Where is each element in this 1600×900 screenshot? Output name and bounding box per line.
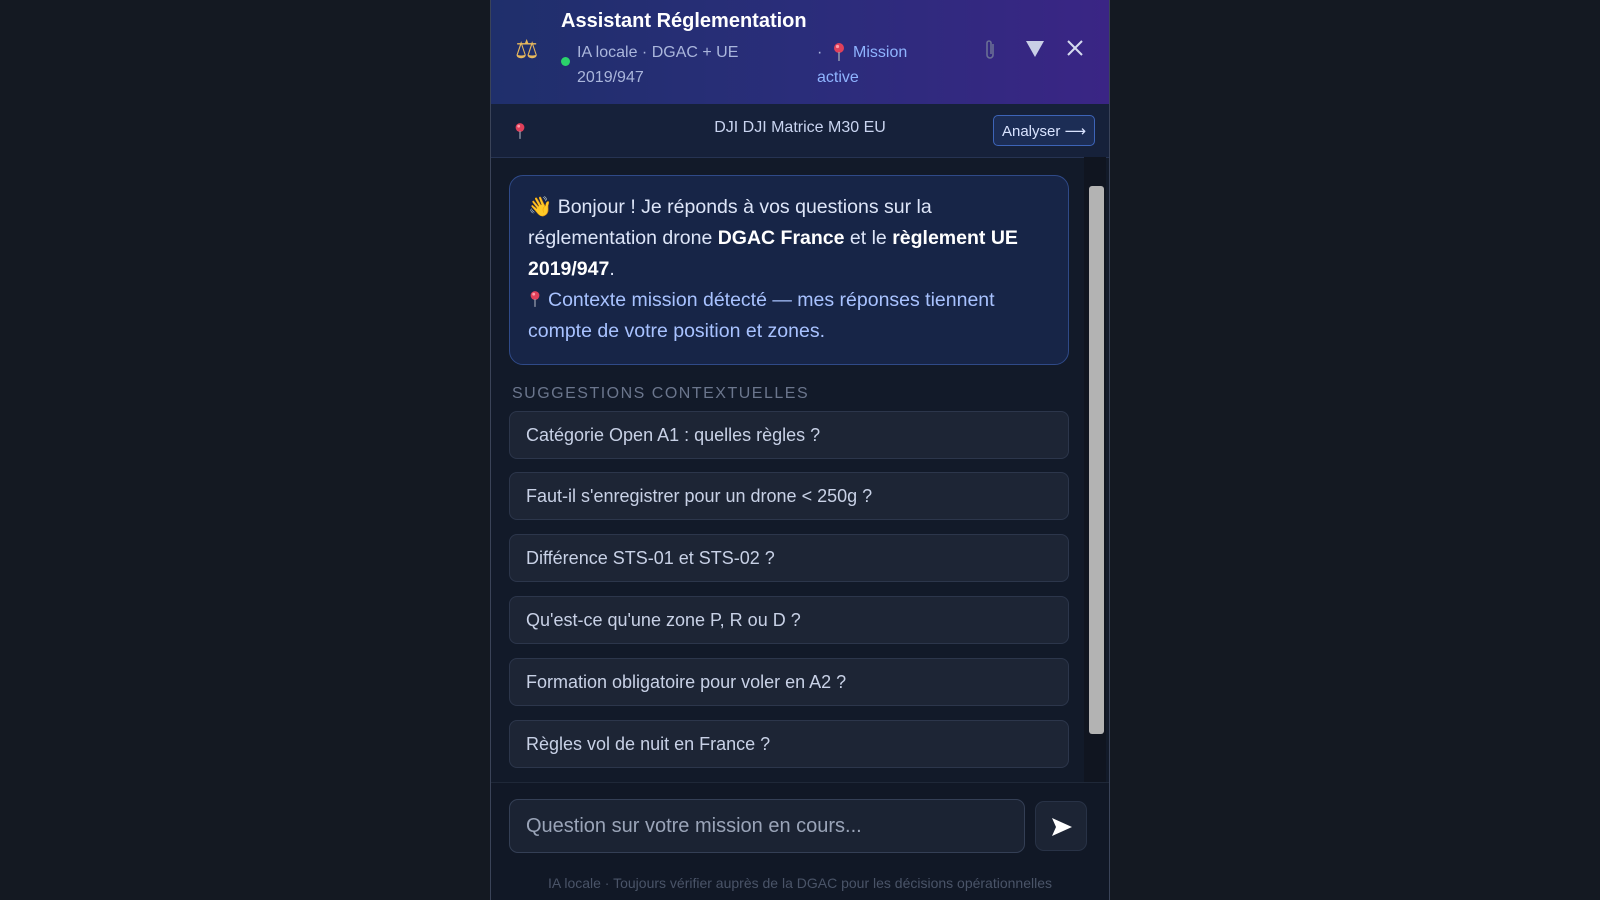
- welcome-middle: et le: [844, 227, 893, 249]
- paperclip-icon[interactable]: [981, 38, 999, 62]
- balance-scale-icon: ⚖: [515, 34, 539, 64]
- send-button[interactable]: [1035, 801, 1087, 851]
- composer: IA locale · Toujours vérifier auprès de …: [491, 782, 1109, 900]
- mission-context-bar: DJI DJI Matrice M30 EU Analyser ⟶: [491, 104, 1109, 158]
- collapse-triangle-icon[interactable]: [1025, 40, 1045, 58]
- welcome-end: .: [609, 258, 615, 280]
- panel-title: Assistant Réglementation: [561, 10, 807, 32]
- waving-hand-icon: 👋: [528, 196, 553, 218]
- close-icon[interactable]: [1065, 38, 1085, 58]
- suggestion-chip[interactable]: Qu'est-ce qu'une zone P, R ou D ?: [509, 596, 1069, 644]
- scrollbar-thumb[interactable]: [1089, 186, 1104, 734]
- suggestion-chip[interactable]: Catégorie Open A1 : quelles règles ?: [509, 411, 1069, 459]
- question-input[interactable]: [509, 799, 1025, 853]
- assistant-panel: ⚖ Assistant Réglementation IA locale · D…: [490, 0, 1110, 900]
- suggestion-chip[interactable]: Faut-il s'enregistrer pour un drone < 25…: [509, 472, 1069, 520]
- send-arrow-icon: [1052, 818, 1072, 836]
- suggestion-chip[interactable]: Règles vol de nuit en France ?: [509, 720, 1069, 768]
- status-dot-icon: [561, 57, 570, 66]
- disclaimer-note: IA locale · Toujours vérifier auprès de …: [547, 875, 1052, 891]
- suggestion-chip[interactable]: Différence STS-01 et STS-02 ?: [509, 534, 1069, 582]
- mission-status: Mission active: [817, 44, 908, 86]
- suggestions-heading: SUGGESTIONS CONTEXTUELLES: [512, 385, 810, 402]
- map-pin-icon: [530, 291, 540, 307]
- panel-subtitle: IA locale · DGAC + UE 2019/947: [577, 44, 739, 86]
- panel-header: ⚖ Assistant Réglementation IA locale · D…: [491, 0, 1109, 105]
- analyze-button[interactable]: Analyser ⟶: [993, 115, 1095, 146]
- chat-messages[interactable]: 👋 Bonjour ! Je réponds à vos questions s…: [491, 157, 1109, 782]
- welcome-strong-dgac: DGAC France: [717, 227, 845, 249]
- mission-context-note: Contexte mission détecté — mes réponses …: [528, 289, 995, 342]
- welcome-message: 👋 Bonjour ! Je réponds à vos questions s…: [509, 175, 1069, 365]
- suggestion-chip[interactable]: Formation obligatoire pour voler en A2 ?: [509, 658, 1069, 706]
